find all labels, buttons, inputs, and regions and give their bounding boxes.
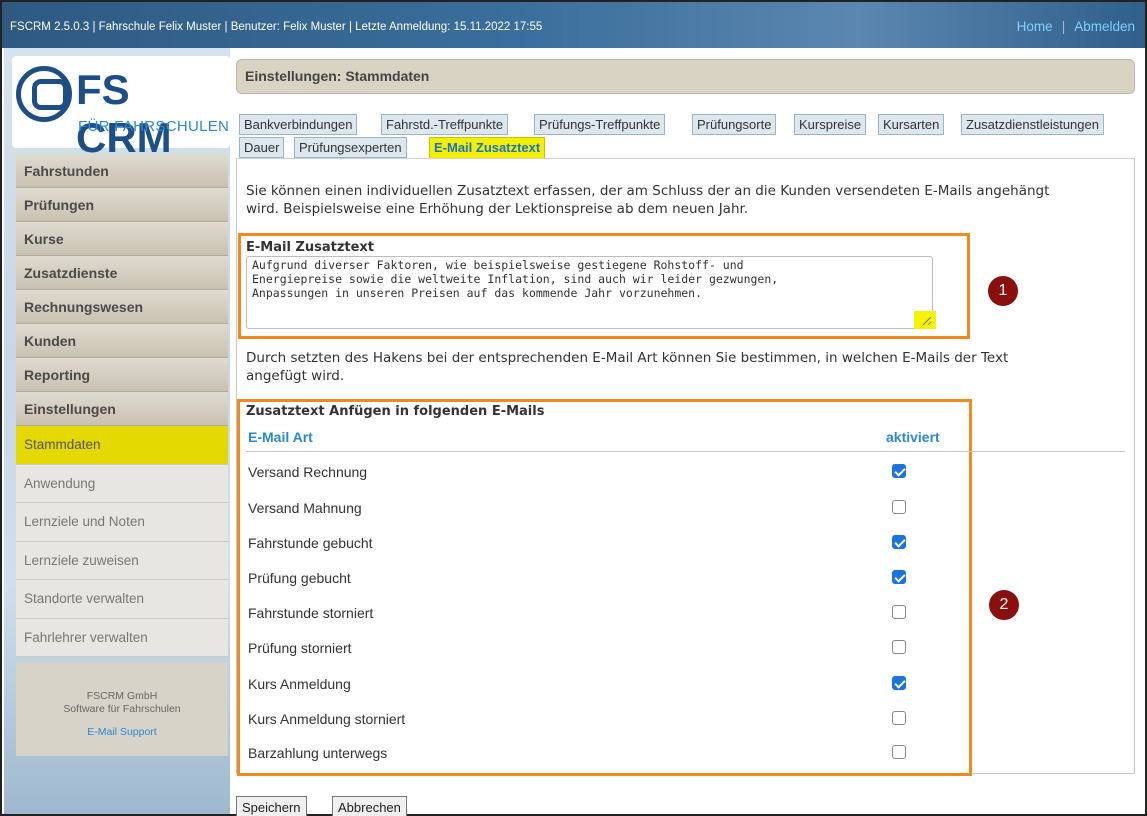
table-row-label: Barzahlung unterwegs bbox=[248, 745, 388, 761]
table-row-label: Versand Mahnung bbox=[248, 500, 362, 516]
checkbox-fahrstunde-gebucht[interactable] bbox=[892, 535, 906, 549]
tab-pruefungsorte[interactable]: Prüfungsorte bbox=[692, 114, 777, 135]
tab-kursarten[interactable]: Kursarten bbox=[878, 114, 945, 135]
table-row-label: Kurs Anmeldung storniert bbox=[248, 711, 406, 727]
sidebar-subitem-lernziele-zuweisen[interactable]: Lernziele zuweisen bbox=[16, 541, 228, 580]
logo-subtitle: FÜR FAHRSCHULEN bbox=[78, 118, 230, 135]
info-text-line1: Durch setzten des Hakens bei der entspre… bbox=[246, 350, 1009, 366]
sidebar-subitem-standorte[interactable]: Standorte verwalten bbox=[16, 580, 228, 619]
table-row-label: Versand Rechnung bbox=[248, 464, 368, 480]
sidebar-subitem-anwendung[interactable]: Anwendung bbox=[16, 464, 228, 503]
top-links: Home | Abmelden bbox=[1017, 19, 1135, 34]
info-text-line2: angefügt wird. bbox=[246, 368, 345, 384]
page-title: Einstellungen: Stammdaten bbox=[236, 59, 1135, 94]
tab-dauer[interactable]: Dauer bbox=[239, 137, 285, 158]
sidebar-footer: FSCRM GmbH Software für Fahrschulen E-Ma… bbox=[16, 662, 228, 756]
checkbox-versand-rechnung[interactable] bbox=[892, 464, 906, 478]
tab-email-zusatztext[interactable]: E-Mail Zusatztext bbox=[429, 137, 546, 159]
home-link[interactable]: Home bbox=[1017, 19, 1053, 34]
tab-pruefungs-treffpunkte[interactable]: Prüfungs-Treffpunkte bbox=[534, 114, 666, 135]
column-header-email-art[interactable]: E-Mail Art bbox=[248, 429, 313, 445]
sidebar-item-kunden[interactable]: Kunden bbox=[16, 324, 228, 358]
logout-link[interactable]: Abmelden bbox=[1074, 19, 1135, 34]
checkbox-fahrstunde-storniert[interactable] bbox=[892, 605, 906, 619]
table-row-label: Prüfung gebucht bbox=[248, 570, 351, 586]
cancel-button[interactable]: Abbrechen bbox=[332, 796, 407, 816]
table-row-label: Kurs Anmeldung bbox=[248, 676, 351, 692]
sidebar-subitem-fahrlehrer[interactable]: Fahrlehrer verwalten bbox=[16, 618, 228, 657]
intro-text-line1: Sie können einen individuellen Zusatztex… bbox=[246, 183, 1050, 199]
table-row-label: Fahrstunde storniert bbox=[248, 605, 374, 621]
annotation-marker-1: 1 bbox=[988, 276, 1018, 306]
sidebar-nav: Fahrstunden Prüfungen Kurse Zusatzdienst… bbox=[16, 154, 228, 657]
tab-zusatzdienstleistungen[interactable]: Zusatzdienstleistungen bbox=[961, 114, 1104, 135]
sidebar-item-reporting[interactable]: Reporting bbox=[16, 358, 228, 392]
sidebar-item-fahrstunden[interactable]: Fahrstunden bbox=[16, 154, 228, 188]
save-button[interactable]: Speichern bbox=[236, 796, 307, 816]
tab-fahrstd-treffpunkte[interactable]: Fahrstd.-Treffpunkte bbox=[381, 114, 509, 135]
link-separator: | bbox=[1061, 19, 1066, 34]
session-info: FSCRM 2.5.0.3 | Fahrschule Felix Muster … bbox=[10, 21, 543, 33]
checkbox-pruefung-gebucht[interactable] bbox=[892, 570, 906, 584]
sidebar-item-rechnungswesen[interactable]: Rechnungswesen bbox=[16, 290, 228, 324]
tab-bankverbindungen[interactable]: Bankverbindungen bbox=[239, 114, 358, 135]
checkbox-kurs-anmeldung[interactable] bbox=[892, 676, 906, 690]
table-row-label: Fahrstunde gebucht bbox=[248, 535, 373, 551]
sidebar-item-einstellungen[interactable]: Einstellungen bbox=[16, 392, 228, 426]
company-name: FSCRM GmbH bbox=[86, 690, 158, 702]
column-header-aktiviert[interactable]: aktiviert bbox=[886, 429, 940, 445]
top-bar: FSCRM 2.5.0.3 | Fahrschule Felix Muster … bbox=[2, 2, 1145, 48]
fs-logo-icon bbox=[16, 66, 72, 122]
sidebar-item-kurse[interactable]: Kurse bbox=[16, 222, 228, 256]
intro-text-line2: wird. Beispielsweise eine Erhöhung der L… bbox=[246, 201, 749, 217]
logo: FS CRM FÜR FAHRSCHULEN bbox=[12, 56, 230, 161]
sidebar-item-pruefungen[interactable]: Prüfungen bbox=[16, 188, 228, 222]
header-divider bbox=[246, 451, 1125, 452]
table-row-label: Prüfung storniert bbox=[248, 640, 352, 656]
sidebar-subitem-stammdaten[interactable]: Stammdaten bbox=[16, 426, 228, 465]
support-link[interactable]: E-Mail Support bbox=[16, 726, 228, 739]
checkbox-versand-mahnung[interactable] bbox=[892, 500, 906, 514]
annotation-marker-2: 2 bbox=[989, 590, 1019, 620]
tab-pruefungsexperten[interactable]: Prüfungsexperten bbox=[294, 137, 407, 158]
checkbox-pruefung-storniert[interactable] bbox=[892, 640, 906, 654]
section-title: Zusatztext Anfügen in folgenden E-Mails bbox=[246, 404, 545, 419]
sidebar: FS CRM FÜR FAHRSCHULEN Fahrstunden Prüfu… bbox=[4, 48, 230, 814]
annotation-box-1 bbox=[238, 233, 970, 339]
sidebar-item-zusatzdienste[interactable]: Zusatzdienste bbox=[16, 256, 228, 290]
tab-kurspreise[interactable]: Kurspreise bbox=[794, 114, 867, 135]
checkbox-kurs-anmeldung-storniert[interactable] bbox=[892, 711, 906, 725]
logo-title: FS CRM bbox=[76, 66, 172, 161]
sidebar-subitem-lernziele-noten[interactable]: Lernziele und Noten bbox=[16, 503, 228, 542]
checkbox-barzahlung-unterwegs[interactable] bbox=[892, 745, 906, 759]
company-tagline: Software für Fahrschulen bbox=[63, 703, 181, 715]
